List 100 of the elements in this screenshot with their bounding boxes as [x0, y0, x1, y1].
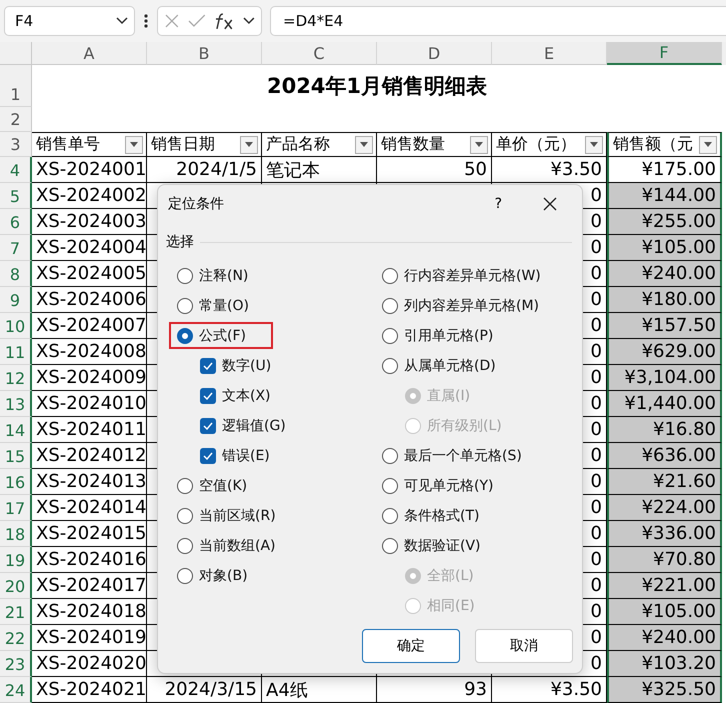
table-cell: ¥255.00 [642, 211, 716, 232]
table-cell: 0 [590, 367, 602, 388]
table-cell: XS-2024007 [36, 315, 146, 336]
table-cell: XS-2024005 [36, 263, 146, 284]
radio-button[interactable] [177, 508, 193, 524]
table-cell: XS-2024018 [36, 601, 146, 622]
option-label[interactable]: 对象(B) [199, 567, 248, 585]
checkbox[interactable] [200, 358, 216, 374]
cancel-button[interactable]: 取消 [475, 629, 573, 663]
column-header-text: 单价（元） [496, 134, 576, 155]
table-cell: 0 [590, 315, 602, 336]
radio-button[interactable] [382, 448, 398, 464]
option-label[interactable]: 当前区域(R) [199, 507, 276, 525]
option-label[interactable]: 数字(U) [222, 357, 272, 375]
radio-button[interactable] [382, 358, 398, 374]
chevron-icon[interactable] [243, 17, 255, 25]
sheet-title: 2024年1月销售明细表 [266, 73, 488, 100]
option-label[interactable]: 空值(K) [199, 477, 248, 495]
table-cell: ¥3,104.00 [624, 367, 716, 388]
radio-button[interactable] [382, 478, 398, 494]
column-header[interactable]: C [262, 42, 377, 65]
checkbox[interactable] [200, 388, 216, 404]
option-label[interactable]: 条件格式(T) [404, 507, 480, 525]
option-label[interactable]: 从属单元格(D) [404, 357, 496, 375]
option-label[interactable]: 最后一个单元格(S) [404, 447, 522, 465]
column-header-text: 销售额（元 [613, 134, 693, 155]
filter-button[interactable] [240, 136, 258, 154]
radio-button[interactable] [382, 538, 398, 554]
filter-button[interactable] [470, 136, 488, 154]
table-cell: XS-2024010 [36, 393, 146, 414]
table-cell: ¥157.50 [642, 315, 716, 336]
name-box[interactable]: F4 [4, 6, 135, 36]
table-cell: 0 [590, 497, 602, 518]
table-cell: XS-2024008 [36, 341, 146, 362]
table-cell: 0 [590, 575, 602, 596]
option-label[interactable]: 可见单元格(Y) [404, 477, 494, 495]
column-header[interactable]: D [377, 42, 492, 65]
checkbox[interactable] [200, 418, 216, 434]
option-label[interactable]: 当前数组(A) [199, 537, 276, 555]
radio-button[interactable] [382, 298, 398, 314]
radio-button[interactable] [177, 268, 193, 284]
option-label[interactable]: 错误(E) [222, 447, 270, 465]
caret-icon [475, 142, 483, 147]
checkbox[interactable] [200, 448, 216, 464]
option-label[interactable]: 注释(N) [199, 267, 248, 285]
radio-button[interactable] [382, 268, 398, 284]
chevron-icon[interactable] [116, 17, 128, 25]
table-cell: ¥240.00 [642, 263, 716, 284]
row-number: 18 [0, 521, 32, 547]
table-cell: XS-2024009 [36, 367, 146, 388]
formula-field[interactable]: =D4*E4 [270, 6, 726, 36]
ok-button[interactable]: 确定 [362, 629, 460, 663]
row-number: 21 [0, 599, 32, 625]
table-cell: 0 [590, 289, 602, 310]
radio-button[interactable] [382, 508, 398, 524]
caret-icon [590, 142, 598, 147]
table-cell: 50 [464, 159, 487, 180]
more-icon[interactable] [143, 13, 149, 29]
option-label[interactable]: 行内容差异单元格(W) [404, 267, 541, 285]
filter-button[interactable] [125, 136, 143, 154]
option-label[interactable]: 列内容差异单元格(M) [404, 297, 540, 315]
option-label[interactable]: 公式(F) [199, 327, 246, 345]
table-cell: XS-2024020 [36, 653, 146, 674]
radio-button[interactable] [382, 328, 398, 344]
option-label[interactable]: 逻辑值(G) [222, 417, 286, 435]
table-cell: ¥144.00 [642, 185, 716, 206]
table-cell: XS-2024019 [36, 627, 146, 648]
radio-button[interactable] [177, 298, 193, 314]
option-label[interactable]: 数据验证(V) [404, 537, 481, 555]
column-header[interactable]: A [32, 42, 147, 65]
radio-button[interactable] [177, 568, 193, 584]
radio-button[interactable] [177, 328, 193, 344]
table-cell: ¥636.00 [642, 445, 716, 466]
filter-button[interactable] [699, 136, 717, 154]
help-button[interactable]: ? [494, 196, 502, 212]
column-header-text: 销售单号 [36, 134, 100, 155]
row-number: 4 [0, 157, 32, 183]
check-icon[interactable] [188, 14, 206, 28]
caret-icon [360, 142, 368, 147]
column-header-text: 销售日期 [151, 134, 215, 155]
filter-button[interactable] [355, 136, 373, 154]
table-cell: ¥3.50 [550, 679, 602, 700]
row-number: 7 [0, 235, 32, 261]
option-label[interactable]: 常量(O) [199, 297, 249, 315]
row-number: 9 [0, 287, 32, 313]
row-number: 3 [0, 132, 32, 157]
column-header[interactable]: F [607, 42, 722, 65]
table-cell: ¥629.00 [642, 341, 716, 362]
row-number: 14 [0, 417, 32, 443]
radio-button[interactable] [177, 478, 193, 494]
table-cell: 0 [590, 653, 602, 674]
column-header[interactable]: E [492, 42, 607, 65]
filter-button[interactable] [585, 136, 603, 154]
table-cell: ¥325.50 [642, 679, 716, 700]
table-cell: 0 [590, 471, 602, 492]
option-label[interactable]: 文本(X) [222, 387, 271, 405]
option-label[interactable]: 引用单元格(P) [404, 327, 494, 345]
radio-button[interactable] [177, 538, 193, 554]
column-header[interactable]: B [147, 42, 262, 65]
table-cell: ¥105.00 [642, 601, 716, 622]
